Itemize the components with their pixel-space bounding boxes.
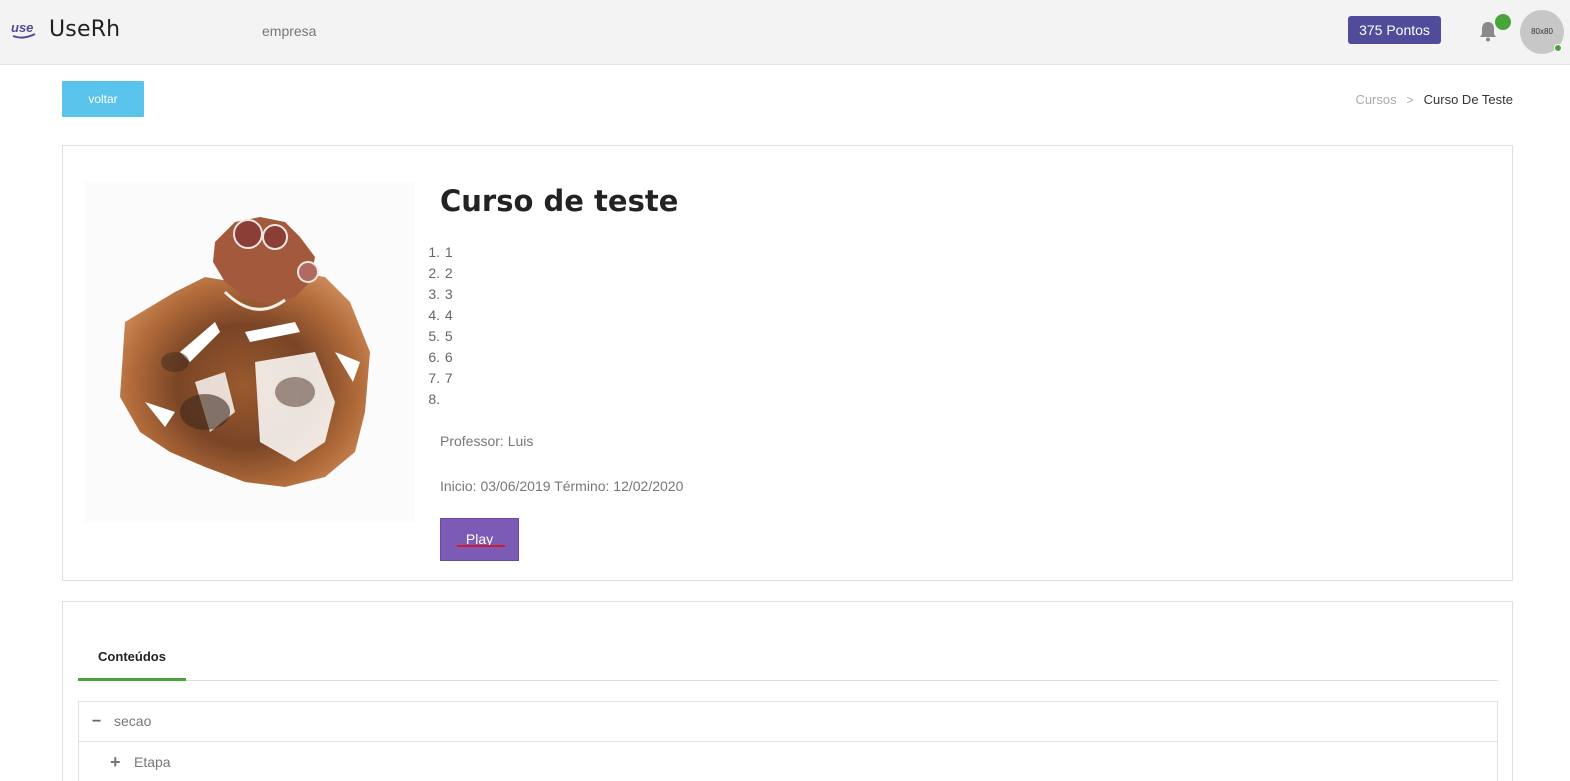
back-button[interactable]: voltar — [62, 81, 144, 117]
online-status-dot — [1554, 44, 1562, 52]
breadcrumb-current: Curso De Teste — [1423, 92, 1513, 107]
course-image — [85, 182, 415, 522]
tab-bar: Conteúdos — [78, 642, 1498, 681]
app-logo-text[interactable]: UseRh — [49, 17, 120, 42]
list-item: 7. 7 — [428, 370, 453, 386]
top-bar: use UseRh empresa 375 Pontos 80x80 — [0, 0, 1570, 65]
step-label: Etapa — [134, 754, 171, 770]
course-professor: Professor: Luis — [440, 433, 534, 449]
topic-list: 1. 1 2. 2 3. 3 4. 4 5. 5 6. 6 7. 7 8. — [408, 242, 453, 410]
tab-conteudos[interactable]: Conteúdos — [78, 642, 186, 681]
section-label: secao — [114, 713, 152, 729]
company-name: empresa — [262, 23, 317, 39]
list-item: 8. — [428, 391, 440, 407]
play-button[interactable]: Play — [440, 518, 519, 561]
breadcrumb: Cursos > Curso De Teste — [1355, 92, 1513, 107]
breadcrumb-cursos[interactable]: Cursos — [1355, 92, 1396, 107]
minus-icon[interactable]: − — [92, 702, 101, 741]
points-badge[interactable]: 375 Pontos — [1348, 16, 1441, 44]
use-logo-icon[interactable]: use — [11, 20, 37, 40]
chevron-right-icon: > — [1406, 92, 1414, 107]
contents-card: Conteúdos − secao + Etapa — [62, 601, 1513, 781]
step-row[interactable]: + Etapa — [78, 742, 1498, 781]
list-item: 3. 3 — [428, 286, 453, 302]
list-item: 2. 2 — [428, 265, 453, 281]
course-dates: Inicio: 03/06/2019 Término: 12/02/2020 — [440, 478, 684, 494]
notification-dot — [1495, 14, 1511, 30]
course-card: Curso de teste 1. 1 2. 2 3. 3 4. 4 5. 5 … — [62, 145, 1513, 581]
list-item: 1. 1 — [428, 244, 453, 260]
list-item: 6. 6 — [428, 349, 453, 365]
list-item: 4. 4 — [428, 307, 453, 323]
plus-icon[interactable]: + — [110, 742, 121, 781]
section-row[interactable]: − secao — [78, 701, 1498, 742]
list-item: 5. 5 — [428, 328, 453, 344]
course-title: Curso de teste — [440, 184, 679, 218]
play-underline-mark — [457, 545, 505, 547]
svg-text:use: use — [11, 20, 33, 35]
